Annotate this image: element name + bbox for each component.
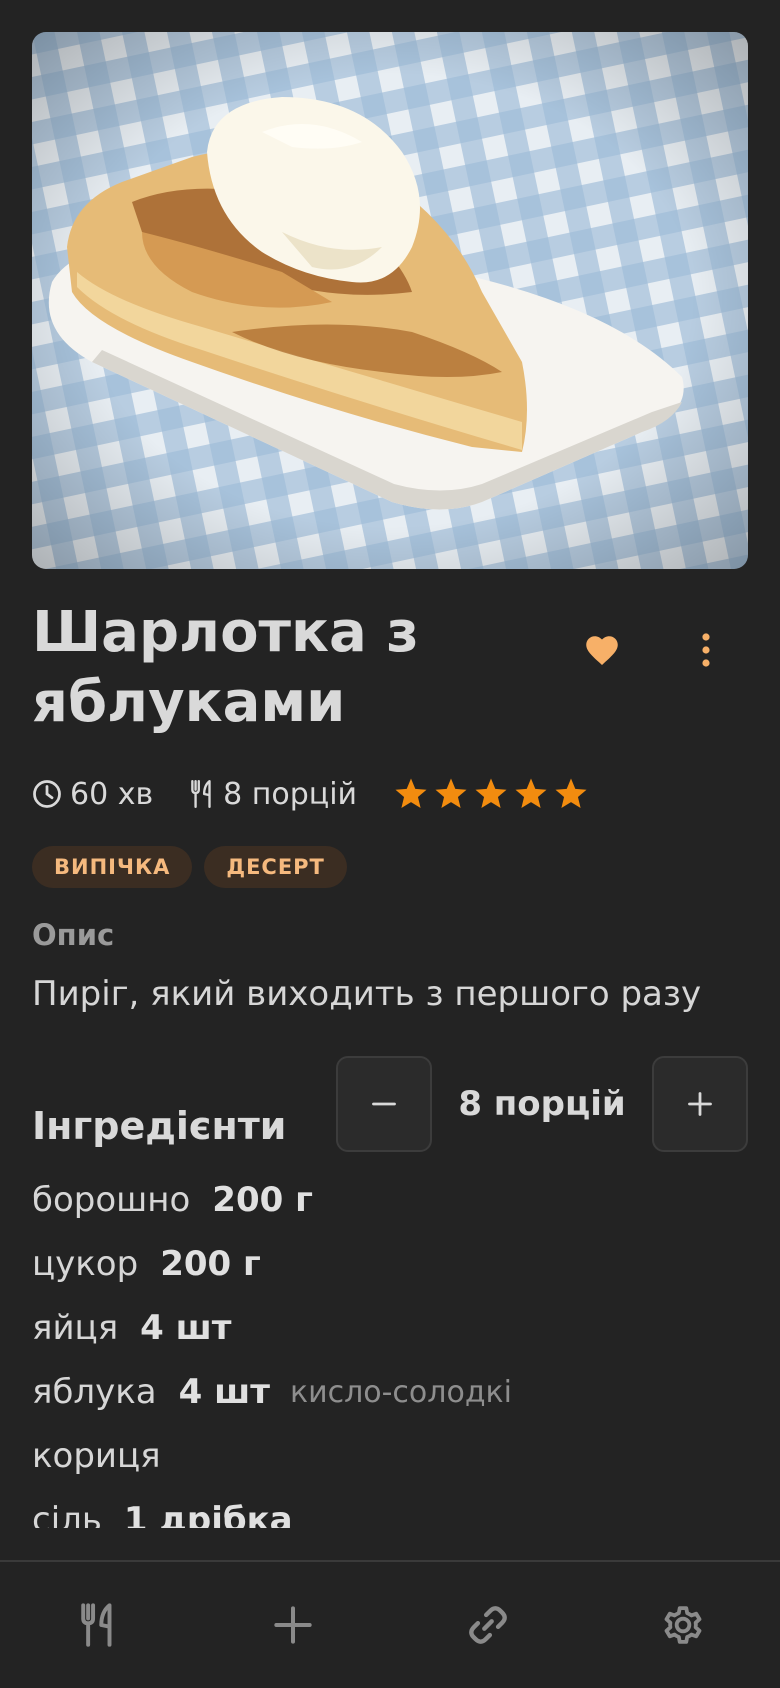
nav-settings-button[interactable] [643,1585,723,1665]
utensils-icon [80,1603,111,1647]
plus-icon [688,1092,712,1116]
tag-chip[interactable]: ДЕСЕРТ [204,846,347,888]
ingredient-qty: 4 шт [140,1308,232,1348]
recipe-title: Шарлотка з яблуками [32,600,419,735]
recipe-photo [32,32,748,569]
ingredient-row: яйця 4 шт [32,1296,748,1360]
ingredient-qty: 200 г [212,1180,313,1220]
recipe-meta: 60 хв 8 порцій [32,770,593,818]
ingredient-qty: 200 г [160,1244,261,1284]
heart-icon [586,636,618,665]
ingredient-name: яблука [32,1372,157,1412]
ingredient-row: борошно 200 г [32,1168,748,1232]
decrease-servings-button[interactable] [336,1056,432,1152]
ingredient-row: кориця [32,1424,748,1488]
cook-time: 60 хв [32,777,153,812]
ingredient-name: сіль [32,1500,102,1528]
ingredient-qty: 1 дрібка [123,1500,293,1528]
star-icon [435,778,467,809]
rating-stars[interactable] [393,777,593,811]
ingredient-row: цукор 200 г [32,1232,748,1296]
ingredients-list: борошно 200 г цукор 200 г яйця 4 шт яблу… [32,1168,748,1528]
ingredient-qty: 4 шт [178,1372,270,1412]
increase-servings-button[interactable] [652,1056,748,1152]
bottom-navigation [0,1560,780,1688]
star-icon [395,778,427,809]
more-options-button[interactable] [686,628,726,672]
description-label: Опис [32,918,115,952]
ingredients-header: Інгредієнти [32,1104,287,1148]
minus-icon [372,1102,396,1106]
ingredient-row: сіль 1 дрібка [32,1488,748,1528]
ingredient-row: яблука 4 шт кисло-солодкі [32,1360,748,1424]
ingredient-name: цукор [32,1244,139,1284]
clock-icon [33,780,61,808]
gear-icon [664,1606,701,1644]
plus-icon [273,1606,312,1644]
description-text: Пиріг, який виходить з першого разу [32,974,702,1014]
nav-import-link-button[interactable] [448,1585,528,1665]
ingredient-name: яйця [32,1308,119,1348]
link-icon [468,1606,507,1644]
favorite-button[interactable] [580,628,624,672]
servings-text: 8 порцій [223,776,358,812]
recipe-tags: ВИПІЧКА ДЕСЕРТ [32,846,359,888]
ingredient-name: борошно [32,1180,191,1220]
servings-info: 8 порцій [189,777,357,812]
servings-value: 8 порцій [458,1084,626,1124]
more-vertical-icon [702,633,710,667]
cook-time-text: 60 хв [70,776,154,812]
star-icon [555,778,587,809]
utensils-icon [191,779,211,809]
nav-recipes-button[interactable] [58,1585,138,1665]
tag-chip[interactable]: ВИПІЧКА [32,846,193,888]
nav-add-button[interactable] [253,1585,333,1665]
ingredient-name: кориця [32,1436,161,1476]
star-icon [475,778,507,809]
ingredient-note: кисло-солодкі [289,1374,513,1410]
star-icon [515,778,547,809]
